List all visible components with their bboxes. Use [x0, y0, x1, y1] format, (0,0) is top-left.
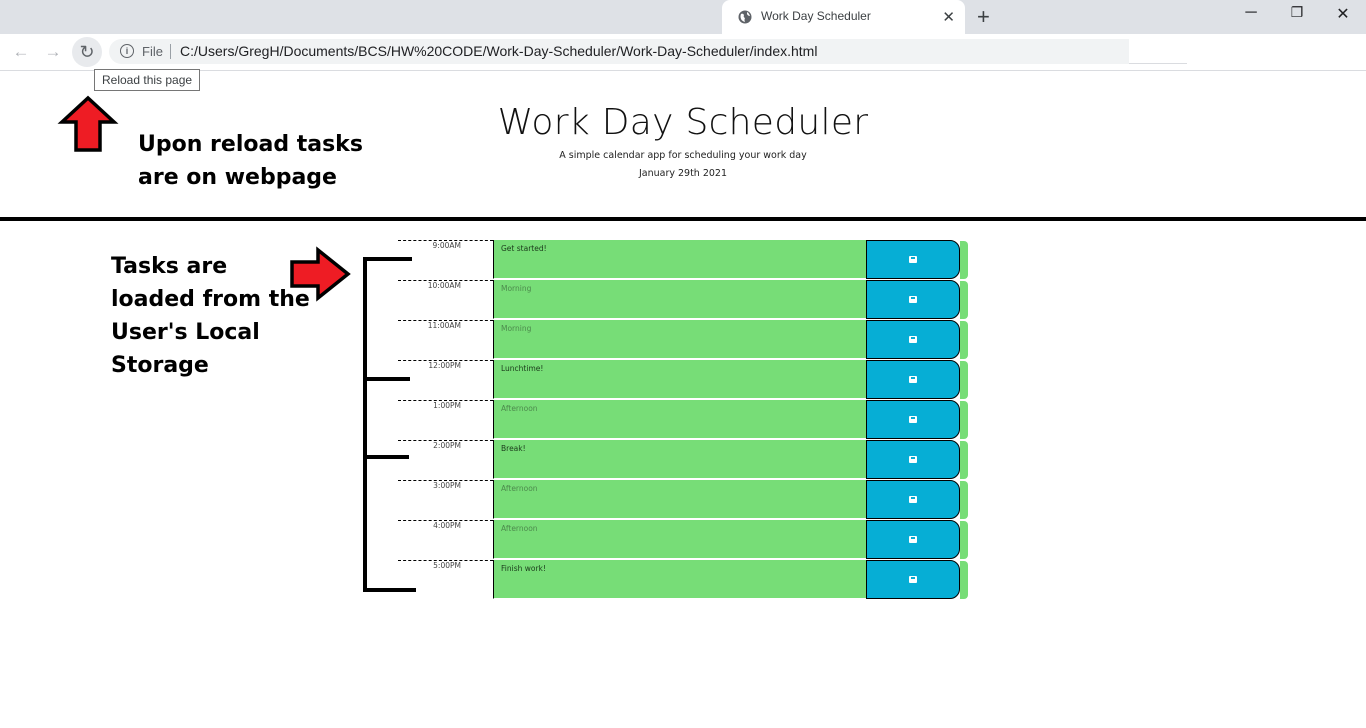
reload-tooltip: Reload this page — [94, 69, 201, 91]
up-arrow-icon — [57, 95, 119, 152]
storage-annotation: Tasks are loaded from the User's Local S… — [111, 254, 310, 378]
reload-annotation: Upon reload tasks are on webpage — [138, 132, 363, 190]
bracket-icon — [363, 257, 416, 592]
